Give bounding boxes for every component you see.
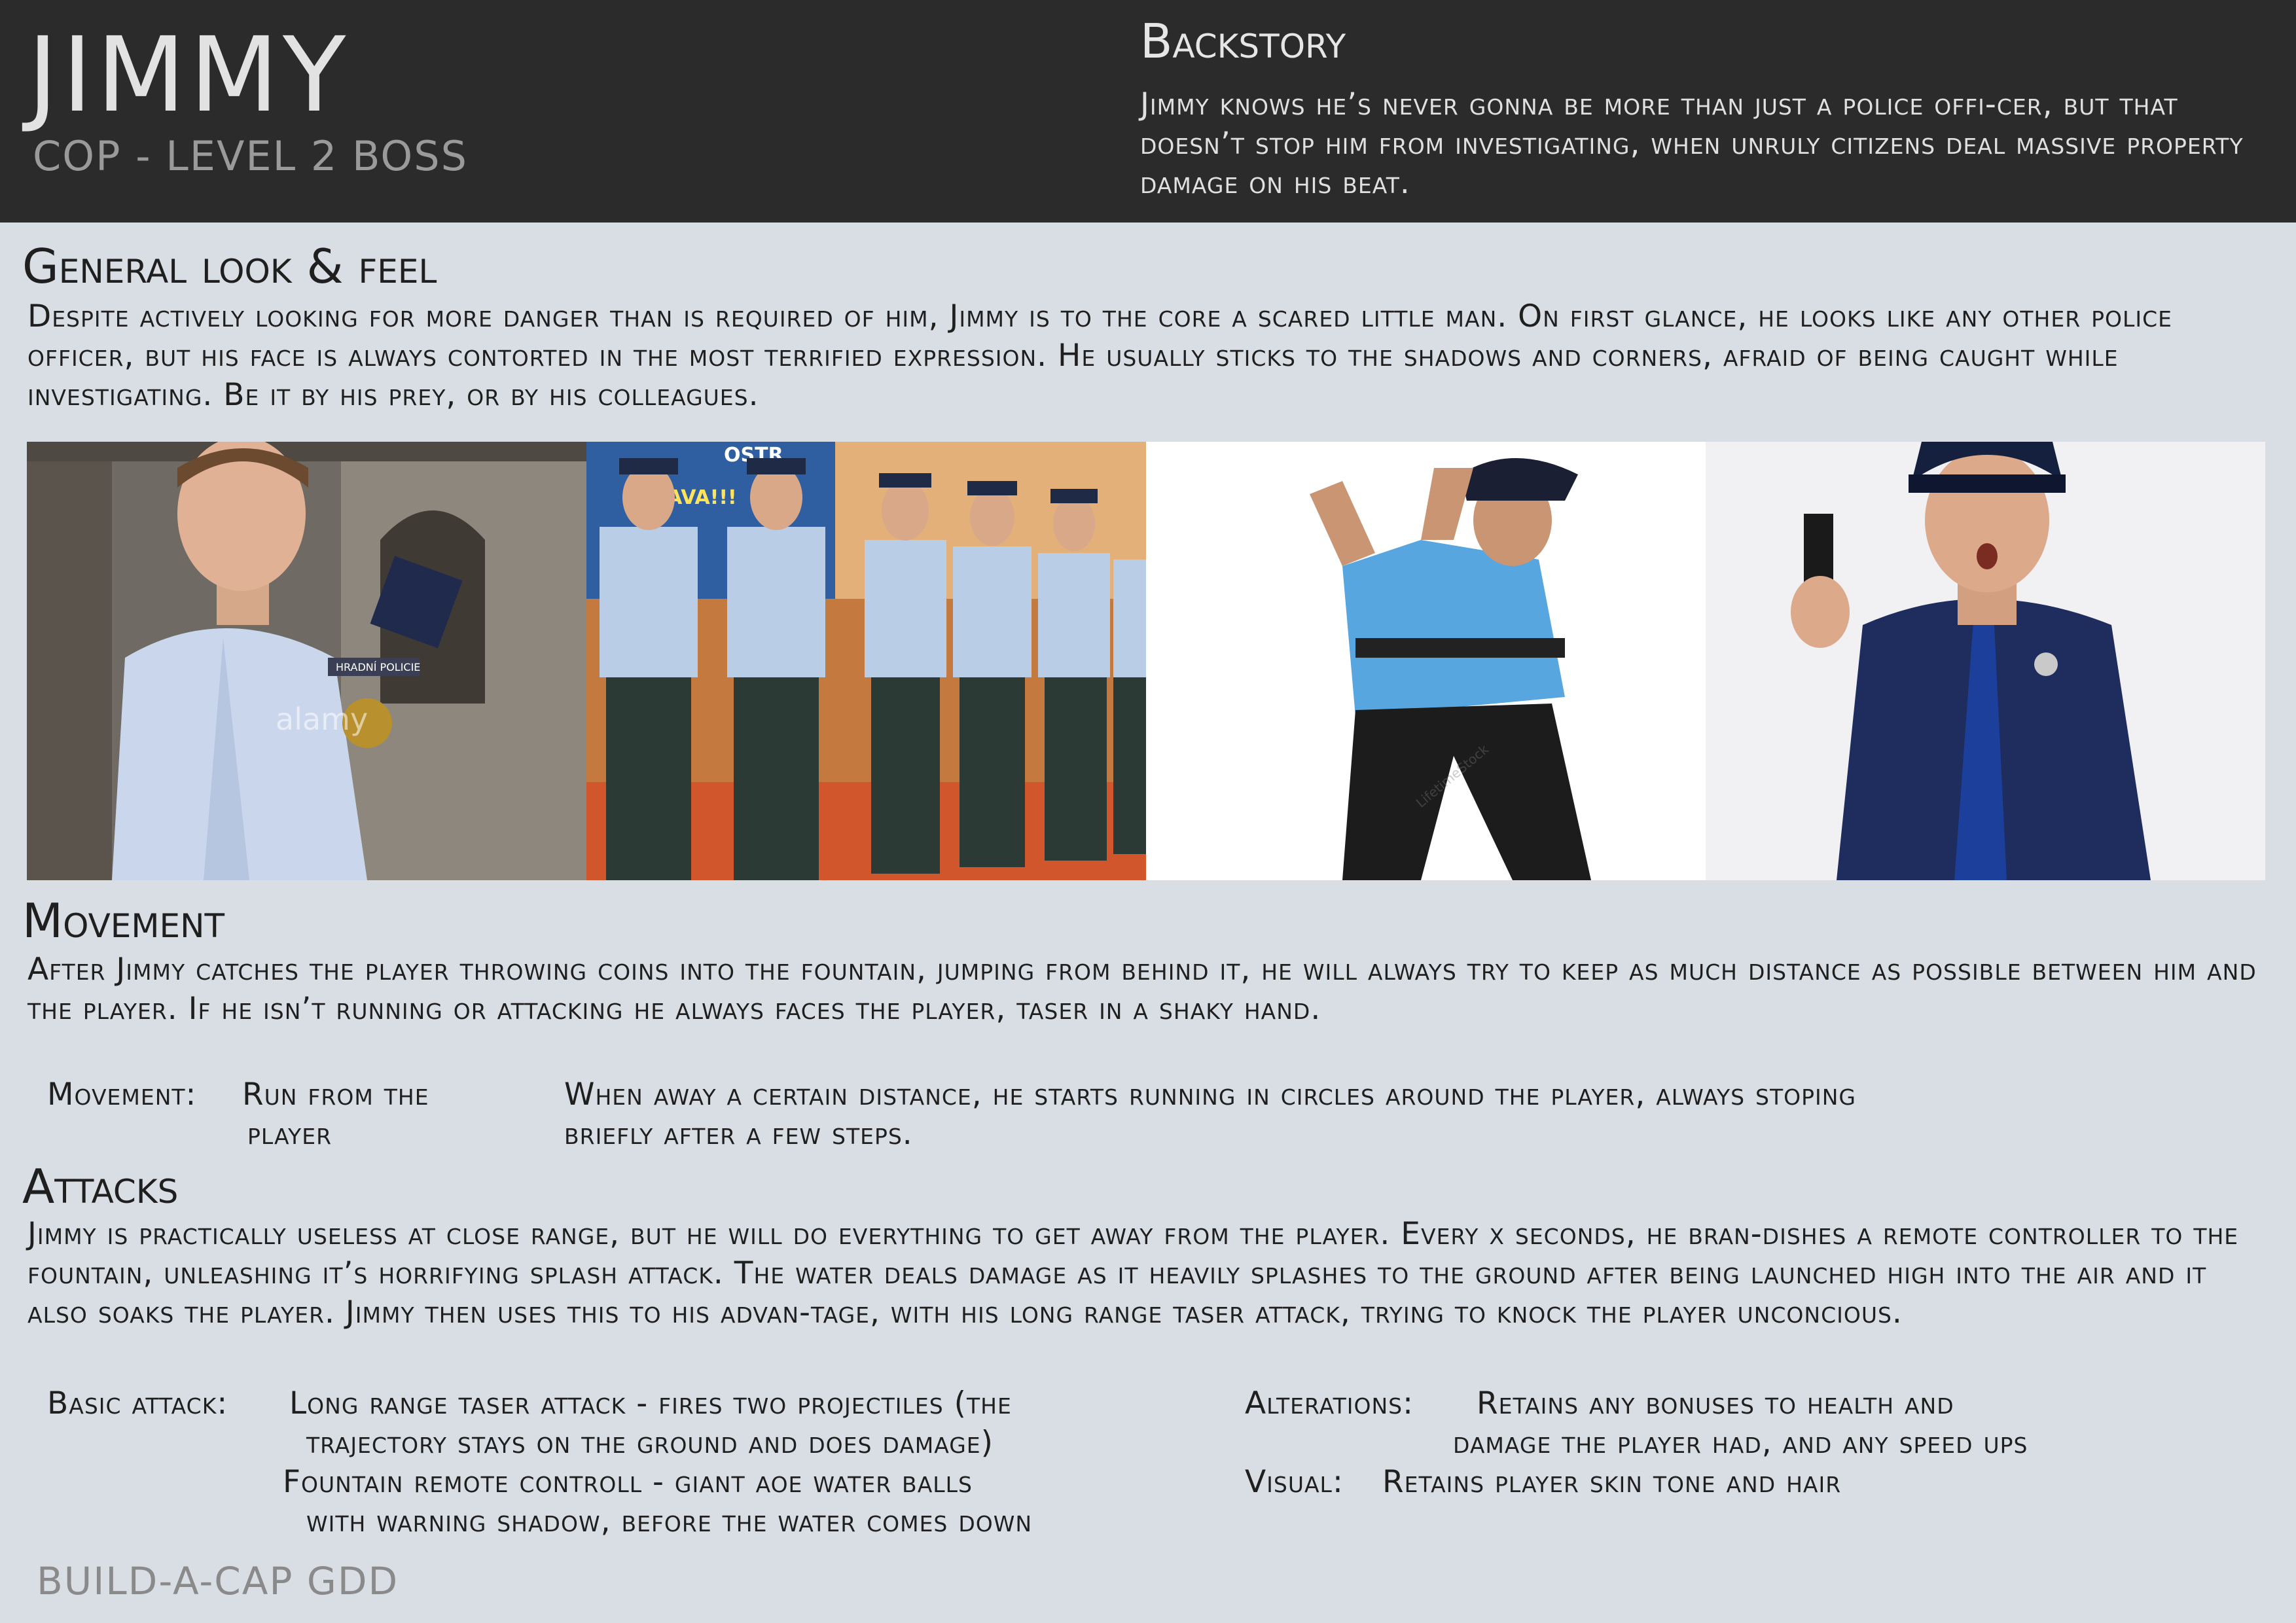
alterations-line2: damage the player had, and any speed ups (1453, 1425, 2028, 1461)
movement-value-line2: player (247, 1116, 332, 1152)
look-title: General look & feel (22, 239, 437, 294)
reference-photo-officer-lineup: OSTR RAVA!!! (586, 442, 1146, 880)
alterations-line1: Retains any bonuses to health and (1477, 1385, 1954, 1421)
reference-photo-surprised-officer (1706, 442, 2265, 880)
character-role: COP - LEVEL 2 BOSS (33, 132, 468, 180)
visual-label: Visual: (1245, 1464, 1344, 1500)
movement-title: Movement (22, 893, 225, 948)
attacks-title: Attacks (22, 1159, 179, 1214)
attacks-text: Jimmy is practically useless at close ra… (27, 1216, 2239, 1330)
basic-attack-label: Basic attack: (47, 1385, 228, 1421)
basic-attack-line2: trajectory stays on the ground and does … (306, 1425, 994, 1461)
badge-text: HRADNÍ POLICIE (336, 661, 420, 673)
character-name: JIMMY (27, 15, 350, 135)
watermark-text: alamy (276, 702, 368, 737)
movement-detail-line2: briefly after a few steps. (564, 1116, 913, 1152)
backstory-text: Jimmy knows he’s never gonna be more tha… (1140, 86, 2244, 201)
movement-value-line1: Run from the (242, 1077, 429, 1113)
backstory-title: Backstory (1140, 14, 1346, 69)
basic-attack-line1: Long range taser attack - fires two proj… (289, 1385, 1012, 1421)
movement-detail-line1: When away a certain distance, he starts … (564, 1077, 1856, 1113)
fountain-attack-line1: Fountain remote controll - giant aoe wat… (283, 1464, 973, 1500)
fountain-attack-line2: with warning shadow, before the water co… (306, 1503, 1033, 1539)
alterations-label: Alterations: (1245, 1385, 1414, 1421)
look-text: Despite actively looking for more danger… (27, 298, 2172, 413)
reference-photo-strip: HRADNÍ POLICIE alamy OSTR RAVA!!! Lifeti… (27, 442, 2265, 880)
movement-label: Movement: (47, 1077, 197, 1113)
footer-title: BUILD-A-CAP GDD (37, 1559, 399, 1603)
movement-text: After Jimmy catches the player throwing … (27, 952, 2257, 1027)
header-bar: JIMMY COP - LEVEL 2 BOSS Backstory Jimmy… (0, 0, 2296, 223)
reference-photo-scared-officer: LifetimeStock (1146, 442, 1706, 880)
reference-photo-officer-portrait: HRADNÍ POLICIE alamy (27, 442, 586, 880)
visual-value: Retains player skin tone and hair (1382, 1464, 1842, 1500)
